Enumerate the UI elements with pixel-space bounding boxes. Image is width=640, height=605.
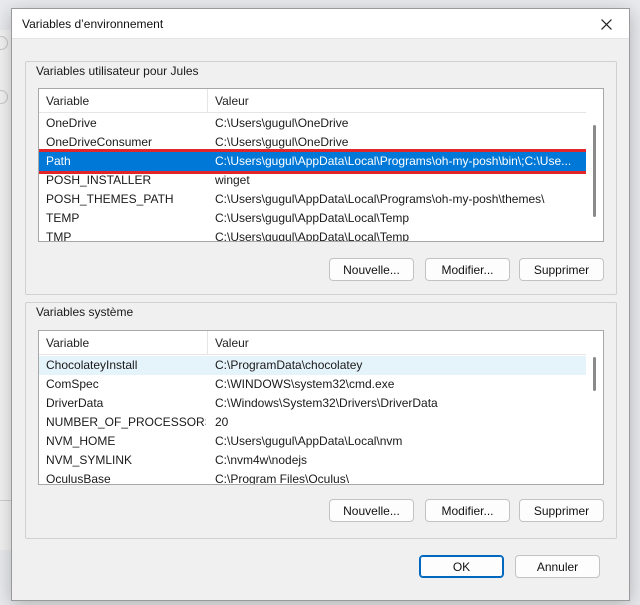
variable-value: C:\ProgramData\chocolatey [215, 358, 363, 372]
variable-value: C:\Program Files\Oculus\ [215, 472, 350, 485]
table-row[interactable]: TEMP C:\Users\gugul\AppData\Local\Temp [39, 209, 586, 228]
variable-value: C:\Users\gugul\AppData\Local\nvm [215, 434, 403, 448]
user-variables-rows: OneDrive C:\Users\gugul\OneDrive OneDriv… [39, 114, 589, 242]
close-button[interactable] [583, 9, 629, 39]
system-delete-button[interactable]: Supprimer [519, 499, 604, 522]
variable-name: OneDriveConsumer [46, 135, 153, 149]
environment-variables-dialog: Variables d’environnement Variables util… [11, 8, 630, 601]
column-header-value[interactable]: Valeur [208, 331, 586, 355]
vertical-scrollbar[interactable] [586, 89, 603, 241]
table-row[interactable]: NVM_SYMLINK C:\nvm4w\nodejs [39, 451, 586, 470]
table-row[interactable]: OneDriveConsumer C:\Users\gugul\OneDrive [39, 133, 586, 152]
variable-name: OculusBase [46, 472, 111, 485]
variable-name: POSH_INSTALLER [46, 173, 152, 187]
background-circle-icon [0, 90, 8, 104]
variable-name: ChocolateyInstall [46, 358, 138, 372]
variable-name: NVM_HOME [46, 434, 116, 448]
variable-value: C:\Users\gugul\OneDrive [215, 135, 349, 149]
variable-name: ComSpec [46, 377, 99, 391]
system-variables-list[interactable]: Variable Valeur ChocolateyInstall C:\Pro… [38, 330, 604, 485]
variable-value: C:\Users\gugul\AppData\Local\Programs\oh… [215, 154, 572, 168]
list-header: Variable Valeur [39, 89, 586, 113]
table-row[interactable]: POSH_INSTALLER winget [39, 171, 586, 190]
column-header-variable[interactable]: Variable [39, 89, 208, 113]
column-header-variable[interactable]: Variable [39, 331, 208, 355]
scrollbar-thumb[interactable] [593, 125, 596, 217]
table-row-selected[interactable]: Path C:\Users\gugul\AppData\Local\Progra… [39, 149, 589, 174]
variable-value: winget [215, 173, 250, 187]
system-variables-rows: ChocolateyInstall C:\ProgramData\chocola… [39, 356, 586, 485]
variable-name: OneDrive [46, 116, 97, 130]
list-header: Variable Valeur [39, 331, 586, 355]
table-row[interactable]: NUMBER_OF_PROCESSORS 20 [39, 413, 586, 432]
column-header-value[interactable]: Valeur [208, 89, 586, 113]
variable-name: DriverData [46, 396, 104, 410]
variable-value: C:\Users\gugul\OneDrive [215, 116, 349, 130]
system-variables-legend: Variables système [34, 305, 136, 319]
user-variables-legend: Variables utilisateur pour Jules [34, 64, 201, 78]
table-row[interactable]: OculusBase C:\Program Files\Oculus\ [39, 470, 586, 485]
variable-name: TMP [46, 230, 72, 242]
variable-value: C:\nvm4w\nodejs [215, 453, 308, 467]
ok-button[interactable]: OK [419, 555, 504, 578]
table-row[interactable]: ChocolateyInstall C:\ProgramData\chocola… [39, 356, 586, 375]
system-edit-button[interactable]: Modifier... [425, 499, 510, 522]
user-edit-button[interactable]: Modifier... [425, 258, 510, 281]
title-bar: Variables d’environnement [12, 9, 629, 39]
cancel-button[interactable]: Annuler [515, 555, 600, 578]
system-new-button[interactable]: Nouvelle... [329, 499, 414, 522]
table-row[interactable]: NVM_HOME C:\Users\gugul\AppData\Local\nv… [39, 432, 586, 451]
variable-value: C:\WINDOWS\system32\cmd.exe [215, 377, 395, 391]
variable-value: C:\Users\gugul\AppData\Local\Temp [215, 211, 410, 225]
variable-value: 20 [215, 415, 229, 429]
close-icon [600, 18, 612, 30]
variable-value: C:\Users\gugul\AppData\Local\Programs\oh… [215, 192, 545, 206]
table-row[interactable]: DriverData C:\Windows\System32\Drivers\D… [39, 394, 586, 413]
user-delete-button[interactable]: Supprimer [519, 258, 604, 281]
variable-name: Path [46, 154, 71, 168]
variable-value: C:\Users\gugul\AppData\Local\Temp [215, 230, 410, 242]
variable-value: C:\Windows\System32\Drivers\DriverData [215, 396, 438, 410]
variable-name: TEMP [46, 211, 80, 225]
variable-name: NUMBER_OF_PROCESSORS [46, 415, 206, 429]
scrollbar-thumb[interactable] [593, 357, 596, 391]
user-new-button[interactable]: Nouvelle... [329, 258, 414, 281]
vertical-scrollbar[interactable] [586, 331, 603, 484]
variable-name: POSH_THEMES_PATH [46, 192, 174, 206]
table-row[interactable]: TMP C:\Users\gugul\AppData\Local\Temp [39, 228, 586, 242]
window-title: Variables d’environnement [22, 17, 164, 31]
background-circle-icon [0, 36, 8, 50]
user-variables-list[interactable]: Variable Valeur OneDrive C:\Users\gugul\… [38, 88, 604, 242]
variable-name: NVM_SYMLINK [46, 453, 133, 467]
table-row[interactable]: ComSpec C:\WINDOWS\system32\cmd.exe [39, 375, 586, 394]
table-row[interactable]: OneDrive C:\Users\gugul\OneDrive [39, 114, 586, 133]
table-row[interactable]: POSH_THEMES_PATH C:\Users\gugul\AppData\… [39, 190, 586, 209]
